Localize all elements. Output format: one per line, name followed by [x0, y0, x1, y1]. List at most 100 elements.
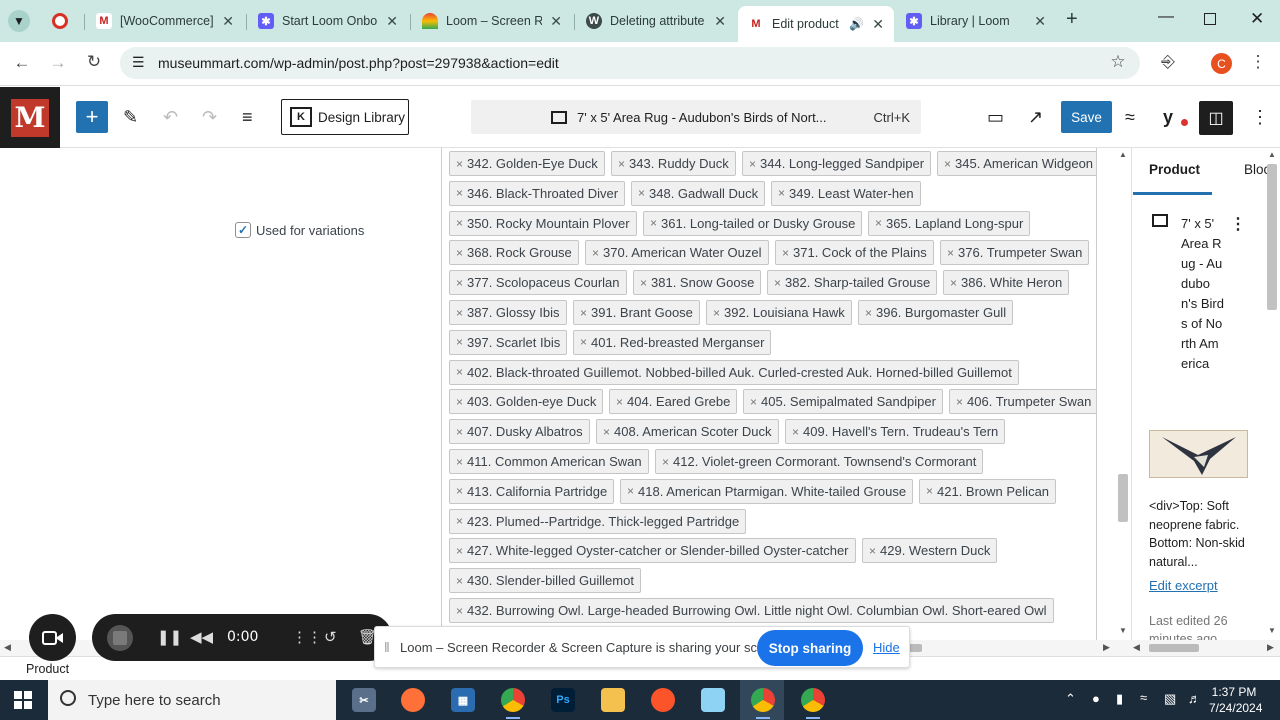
attribute-term-chip[interactable]: × 381. Snow Goose [633, 270, 762, 296]
edit-excerpt-link[interactable]: Edit excerpt [1149, 578, 1218, 593]
document-overview-icon[interactable]: ≡ [242, 107, 253, 128]
remove-term-icon[interactable]: × [713, 306, 720, 320]
forward-icon[interactable]: → [46, 53, 70, 73]
chrome-active-icon[interactable] [751, 688, 775, 712]
kadence-controls-icon[interactable]: ≈ [1125, 107, 1135, 128]
attribute-term-chip[interactable]: × 377. Scolopaceus Courlan [449, 270, 627, 296]
remove-term-icon[interactable]: × [456, 455, 463, 469]
remove-term-icon[interactable]: × [640, 276, 647, 290]
attribute-term-chip[interactable]: × 402. Black-throated Guillemot. Nobbed-b… [449, 359, 1019, 385]
attribute-term-chip[interactable]: × 348. Gadwall Duck [631, 180, 766, 206]
tab-loom-record[interactable] [42, 6, 82, 36]
remove-term-icon[interactable]: × [456, 216, 463, 230]
snipping-tool-icon[interactable]: ✂ [352, 688, 376, 712]
remove-term-icon[interactable]: × [950, 276, 957, 290]
close-icon[interactable]: ✕ [1034, 13, 1046, 30]
taskbar-search[interactable]: Type here to search [48, 680, 336, 720]
site-logo[interactable]: M [0, 87, 60, 148]
restore-button[interactable] [1204, 13, 1216, 25]
attribute-term-chip[interactable]: × 432. Burrowing Owl. Large-headed Burrow… [449, 598, 1054, 623]
profile-avatar[interactable]: C [1211, 53, 1232, 74]
attribute-term-chip[interactable]: × 407. Dusky Albatros [449, 419, 590, 445]
remove-term-icon[interactable]: × [947, 246, 954, 260]
photoshop-icon[interactable]: Ps [551, 688, 575, 712]
attribute-term-chip[interactable]: × 427. White-legged Oyster-catcher or Sle… [449, 538, 856, 564]
file-explorer-icon[interactable] [601, 688, 625, 712]
windows-start-icon[interactable] [14, 691, 32, 709]
restart-icon[interactable]: ↺ [324, 628, 337, 646]
tab-deleting-attribute[interactable]: W Deleting attribute ✕ [576, 6, 736, 36]
wifi-icon[interactable]: ≈ [1140, 690, 1147, 705]
remove-term-icon[interactable]: × [749, 157, 756, 171]
usb-icon[interactable]: ▮ [1116, 691, 1123, 707]
remove-term-icon[interactable]: × [774, 276, 781, 290]
close-window-button[interactable]: ✕ [1250, 9, 1264, 29]
chevron-up-icon[interactable]: ⌃ [1065, 691, 1076, 707]
attribute-term-chip[interactable]: × 345. American Widgeon [937, 151, 1096, 176]
block-inserter-button[interactable]: + [76, 101, 108, 133]
attribute-term-chip[interactable]: × 344. Long-legged Sandpiper [742, 151, 932, 176]
close-icon[interactable]: ✕ [872, 16, 884, 33]
remove-term-icon[interactable]: × [456, 186, 463, 200]
remove-term-icon[interactable]: × [456, 484, 463, 498]
pause-icon[interactable]: ❚❚ [157, 628, 182, 646]
remove-term-icon[interactable]: × [580, 335, 587, 349]
remove-term-icon[interactable]: × [926, 484, 933, 498]
loom-stop-button[interactable] [107, 625, 133, 651]
close-icon[interactable]: ✕ [714, 13, 726, 30]
attribute-term-chip[interactable]: × 406. Trumpeter Swan [949, 389, 1096, 415]
new-tab-button[interactable]: + [1066, 8, 1078, 31]
notepad-icon[interactable] [701, 688, 725, 712]
remove-term-icon[interactable]: × [456, 425, 463, 439]
attribute-term-chip[interactable]: × 405. Semipalmated Sandpiper [743, 389, 943, 415]
attribute-term-chip[interactable]: × 404. Eared Grebe [609, 389, 738, 415]
remove-term-icon[interactable]: × [592, 246, 599, 260]
preview-device-icon[interactable]: ▭ [987, 107, 1004, 128]
attribute-term-chip[interactable]: × 370. American Water Ouzel [585, 240, 769, 266]
attribute-term-chip[interactable]: × 412. Violet-green Cormorant. Townsend's… [655, 449, 984, 474]
save-button[interactable]: Save [1061, 101, 1112, 133]
attribute-term-chip[interactable]: × 396. Burgomaster Gull [858, 300, 1014, 325]
attribute-term-chip[interactable]: × 392. Louisiana Hawk [706, 300, 852, 325]
tab-edit-product[interactable]: M Edit product 🔊 ✕ [738, 6, 894, 42]
remove-term-icon[interactable]: × [603, 425, 610, 439]
drag-handle-icon[interactable]: ⋮⋮ [292, 628, 322, 646]
attribute-term-chip[interactable]: × 408. American Scoter Duck [596, 419, 779, 445]
remove-term-icon[interactable]: × [944, 157, 951, 171]
attribute-term-chip[interactable]: × 350. Rocky Mountain Plover [449, 210, 637, 236]
more-options-icon[interactable]: ⋮ [1230, 214, 1246, 234]
remove-term-icon[interactable]: × [456, 365, 463, 379]
attribute-term-chip[interactable]: × 346. Black-Throated Diver [449, 180, 626, 206]
remove-term-icon[interactable]: × [869, 544, 876, 558]
remove-term-icon[interactable]: × [650, 216, 657, 230]
attribute-term-chip[interactable]: × 421. Brown Pelican [919, 478, 1057, 504]
remove-term-icon[interactable]: × [456, 335, 463, 349]
remove-term-icon[interactable]: × [456, 604, 463, 618]
tab-product[interactable]: Product [1149, 162, 1200, 177]
attribute-term-chip[interactable]: × 401. Red-breasted Merganser [573, 329, 772, 355]
remove-term-icon[interactable]: × [662, 455, 669, 469]
redo-icon[interactable]: ↷ [202, 107, 217, 128]
reload-icon[interactable]: ↻ [82, 52, 106, 72]
bookmark-star-icon[interactable]: ☆ [1106, 52, 1130, 72]
tab-library-loom[interactable]: ✱ Library | Loom ✕ [896, 6, 1056, 36]
attribute-term-chip[interactable]: × 423. Plumed--Partridge. Thick-legged Pa… [449, 508, 747, 534]
attribute-term-chip[interactable]: × 368. Rock Grouse [449, 240, 579, 266]
attribute-term-chip[interactable]: × 411. Common American Swan [449, 449, 649, 474]
attribute-term-chip[interactable]: × 413. California Partridge [449, 478, 615, 504]
close-icon[interactable]: ✕ [386, 13, 398, 30]
attribute-term-chip[interactable]: × 349. Least Water-hen [771, 180, 921, 206]
close-icon[interactable]: ✕ [550, 13, 562, 30]
stop-sharing-button[interactable]: Stop sharing [757, 630, 863, 666]
options-menu-icon[interactable]: ⋮ [1251, 107, 1269, 128]
hide-link[interactable]: Hide [873, 640, 900, 655]
remove-term-icon[interactable]: × [778, 186, 785, 200]
attribute-terms-box[interactable]: × 342. Golden-Eye Duck × 343. Ruddy Duck × 34… [441, 148, 1097, 640]
brave-browser-icon[interactable] [651, 688, 675, 712]
design-library-button[interactable]: K Design Library [281, 99, 409, 135]
address-bar[interactable]: ☰ museummart.com/wp-admin/post.php?post=… [120, 47, 1140, 79]
remove-term-icon[interactable]: × [782, 246, 789, 260]
tab-start-loom[interactable]: ✱ Start Loom Onbo ✕ [248, 6, 408, 36]
remove-term-icon[interactable]: × [875, 216, 882, 230]
minimize-button[interactable]: — [1158, 8, 1174, 26]
